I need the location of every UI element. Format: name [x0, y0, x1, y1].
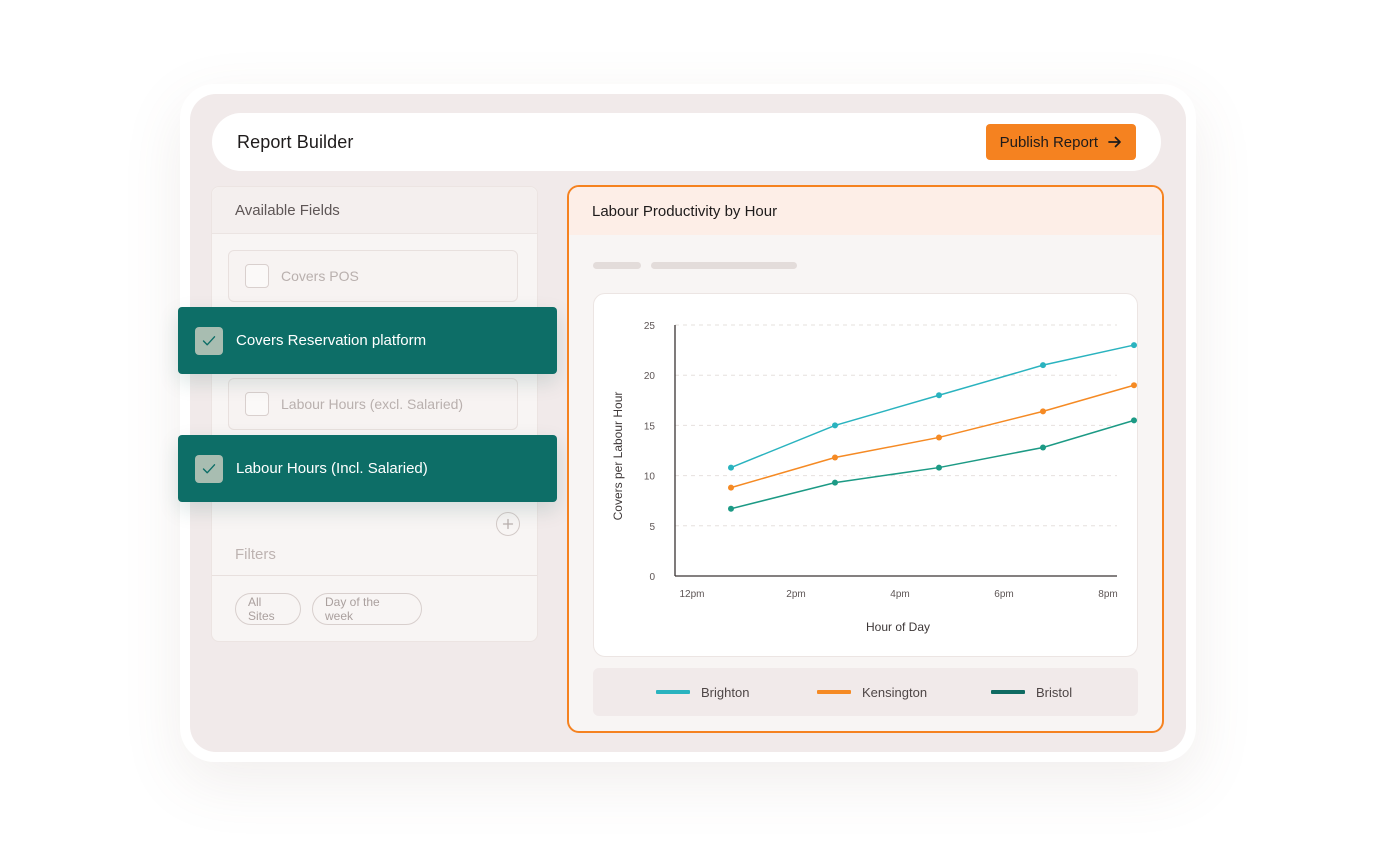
x-tick-label: 6pm: [994, 589, 1013, 600]
data-point-brighton[interactable]: [936, 392, 942, 399]
check-icon: [202, 463, 216, 473]
data-point-brighton[interactable]: [832, 422, 838, 429]
data-point-brighton[interactable]: [728, 464, 734, 471]
data-point-bristol[interactable]: [832, 479, 838, 486]
legend-swatch: [817, 690, 851, 694]
filters-heading: Filters: [235, 546, 276, 563]
y-tick-label: 20: [644, 371, 656, 382]
data-point-bristol[interactable]: [1040, 444, 1046, 451]
y-tick-label: 5: [649, 522, 655, 533]
filter-chip-all-sites[interactable]: All Sites: [235, 593, 301, 625]
legend-swatch: [656, 690, 690, 694]
plus-icon: [502, 518, 514, 530]
legend-item-brighton[interactable]: Brighton: [656, 668, 749, 716]
checkbox-checked[interactable]: [195, 326, 223, 355]
legend-swatch: [991, 690, 1025, 694]
chart-panel-title: Labour Productivity by Hour: [569, 187, 1162, 235]
data-point-kensington[interactable]: [1040, 408, 1046, 415]
chart-legend: Brighton Kensington Bristol: [593, 668, 1138, 716]
field-label: Labour Hours (Incl. Salaried): [236, 460, 428, 477]
chart-card: 0 5 10 15 20 25 12pm 2pm 4pm 6pm 8pm Hour of Day C…: [593, 293, 1138, 657]
field-item-covers-reservation[interactable]: Covers Reservation platform: [178, 307, 557, 374]
data-point-brighton[interactable]: [1131, 342, 1137, 349]
y-axis-label: Covers per Labour Hour: [611, 392, 625, 521]
legend-item-kensington[interactable]: Kensington: [817, 668, 927, 716]
line-chart: 0 5 10 15 20 25 12pm 2pm 4pm 6pm 8pm Hour of Day C…: [611, 321, 1137, 634]
series-line-brighton: [730, 344, 1135, 469]
page-title: Report Builder: [237, 131, 354, 152]
x-tick-label: 12pm: [679, 589, 704, 600]
checkbox-checked[interactable]: [195, 454, 223, 483]
publish-report-button[interactable]: Publish Report: [985, 124, 1136, 160]
field-item-labour-hours-incl[interactable]: Labour Hours (Incl. Salaried): [178, 435, 557, 502]
legend-label: Kensington: [862, 684, 928, 700]
field-label: Labour Hours (excl. Salaried): [281, 396, 464, 412]
series-line-kensington: [730, 384, 1135, 489]
available-fields-panel: Available Fields Covers POS Labour Hours…: [211, 186, 538, 642]
x-tick-label: 4pm: [890, 589, 909, 600]
data-point-kensington[interactable]: [936, 434, 942, 441]
series-line-bristol: [730, 419, 1135, 510]
data-point-bristol[interactable]: [728, 505, 734, 512]
y-tick-label: 10: [644, 472, 656, 483]
divider: [212, 575, 537, 576]
data-point-kensington[interactable]: [1131, 382, 1137, 389]
field-label: Covers Reservation platform: [236, 332, 427, 349]
skeleton-bar: [593, 262, 641, 269]
y-tick-label: 0: [649, 572, 655, 583]
field-item-labour-hours-excl[interactable]: Labour Hours (excl. Salaried): [228, 378, 518, 430]
chart-panel: Labour Productivity by Hour 0 5 10 15 20 25 12…: [567, 185, 1164, 733]
field-item-covers-pos[interactable]: Covers POS: [228, 250, 518, 302]
x-axis-label: Hour of Day: [866, 620, 930, 634]
arrow-right-icon: [1108, 135, 1122, 149]
y-tick-label: 25: [644, 321, 656, 332]
publish-report-label: Publish Report: [999, 133, 1098, 151]
data-point-kensington[interactable]: [728, 484, 734, 491]
legend-label: Brighton: [701, 684, 750, 700]
y-tick-label: 15: [644, 421, 656, 432]
field-label: Covers POS: [281, 268, 359, 284]
legend-item-bristol[interactable]: Bristol: [991, 668, 1072, 716]
legend-label: Bristol: [1036, 684, 1073, 700]
data-point-kensington[interactable]: [832, 454, 838, 461]
x-tick-label: 2pm: [786, 589, 805, 600]
check-icon: [202, 335, 216, 345]
available-fields-heading: Available Fields: [212, 187, 537, 234]
x-tick-label: 8pm: [1098, 589, 1117, 600]
filter-chip-day-of-week[interactable]: Day of the week: [312, 593, 422, 625]
data-point-bristol[interactable]: [1131, 417, 1137, 424]
checkbox-unchecked[interactable]: [245, 392, 269, 416]
data-point-brighton[interactable]: [1040, 362, 1046, 369]
data-point-bristol[interactable]: [936, 464, 942, 471]
add-field-button[interactable]: [496, 512, 520, 536]
header-bar: Report Builder Publish Report: [212, 113, 1161, 171]
skeleton-bar: [651, 262, 797, 269]
checkbox-unchecked[interactable]: [245, 264, 269, 288]
